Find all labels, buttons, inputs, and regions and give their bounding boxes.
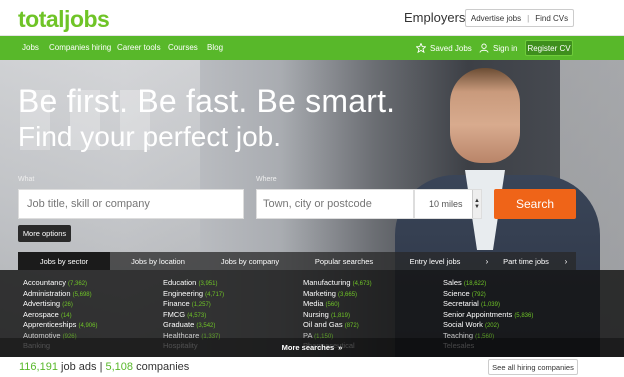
sector-link[interactable]: Aerospace (14) [23,310,97,321]
nav-career-tools[interactable]: Career tools [117,43,161,52]
sector-link[interactable]: FMCG (4,573) [163,310,224,321]
sector-link[interactable]: Media (560) [303,299,372,310]
sector-link[interactable]: Sales (18,622) [443,278,533,289]
advertise-jobs-link[interactable]: Advertise jobs [471,14,521,23]
dropdown-arrow-icon: ▲ ▼ [472,190,481,218]
employers-label: Employers [404,10,466,25]
sector-link[interactable]: Senior Appointments (5,836) [443,310,533,321]
totaljobs-logo[interactable]: totaljobs [18,6,110,33]
what-label: What [18,176,35,183]
where-label: Where [256,176,277,183]
tab-jobs-by-sector[interactable]: Jobs by sector [18,252,110,270]
companies-label: companies [136,361,190,373]
sign-in-label: Sign in [493,43,518,53]
sector-link[interactable]: Manufacturing (4,673) [303,278,372,289]
sector-link[interactable]: Science (792) [443,289,533,300]
radius-select[interactable]: 10 miles ▲ ▼ [414,189,482,219]
sector-link[interactable]: Advertising (26) [23,299,97,310]
sector-link[interactable]: Nursing (1,819) [303,310,372,321]
double-chevron-down-icon: » [338,343,343,352]
companies-count: 5,108 [105,361,134,373]
saved-jobs-label: Saved Jobs [430,43,472,53]
sector-link[interactable]: Social Work (202) [443,320,533,331]
what-search-input[interactable]: Job title, skill or company [18,189,244,219]
hero-subline: Find your perfect job. [18,121,282,152]
employer-links: Advertise jobs | Find CVs [465,9,574,27]
star-icon [416,43,426,53]
user-icon [479,43,489,53]
chevron-right-icon[interactable]: › [559,252,573,270]
search-button[interactable]: Search [494,189,576,219]
sector-link[interactable]: Oil and Gas (872) [303,320,372,331]
tab-part-time-jobs[interactable]: Part time jobs [494,252,558,270]
sector-link[interactable]: Accountancy (7,362) [23,278,97,289]
see-all-hiring-companies-button[interactable]: See all hiring companies [488,359,578,375]
more-searches-label: More searches [281,343,335,352]
sector-link[interactable]: Apprenticeships (4,906) [23,320,97,331]
chevron-right-icon[interactable]: › [480,252,494,270]
tab-popular-searches[interactable]: Popular searches [300,252,388,270]
job-ads-count: 116,191 [19,361,58,373]
tab-entry-level-jobs[interactable]: Entry level jobs [390,252,480,270]
find-cvs-link[interactable]: Find CVs [535,14,568,23]
more-options-button[interactable]: More options [18,225,71,242]
tab-jobs-by-company[interactable]: Jobs by company [204,252,296,270]
more-searches-button[interactable]: More searches » [0,338,624,357]
sector-link[interactable]: Secretarial (1,039) [443,299,533,310]
job-ads-label: job ads [61,361,97,373]
divider: | [99,361,103,373]
register-cv-button[interactable]: Register CV [525,40,573,56]
saved-jobs-link[interactable]: Saved Jobs [416,43,472,53]
nav-companies-hiring[interactable]: Companies hiring [49,43,111,52]
hero-person-head [450,68,520,163]
sector-link[interactable]: Education (3,951) [163,278,224,289]
divider: | [527,13,530,23]
browse-tabs: Jobs by sector Jobs by location Jobs by … [18,252,576,270]
tab-jobs-by-location[interactable]: Jobs by location [114,252,202,270]
sector-link[interactable]: Administration (5,698) [23,289,97,300]
sector-link[interactable]: Graduate (3,542) [163,320,224,331]
sector-link[interactable]: Marketing (3,665) [303,289,372,300]
where-search-input[interactable]: Town, city or postcode [256,189,414,219]
sign-in-link[interactable]: Sign in [479,43,517,53]
radius-value: 10 miles [429,199,463,209]
top-header: totaljobs Employers Advertise jobs | Fin… [0,0,624,36]
stats-bar: 116,191 job ads | 5,108 companies See al… [0,357,624,377]
nav-jobs[interactable]: Jobs [22,43,39,52]
nav-blog[interactable]: Blog [207,43,223,52]
job-stats: 116,191 job ads | 5,108 companies [19,361,189,373]
sector-link[interactable]: Engineering (4,717) [163,289,224,300]
nav-courses[interactable]: Courses [168,43,198,52]
sector-link[interactable]: Finance (1,257) [163,299,224,310]
hero-headline: Be first. Be fast. Be smart. [18,83,396,119]
